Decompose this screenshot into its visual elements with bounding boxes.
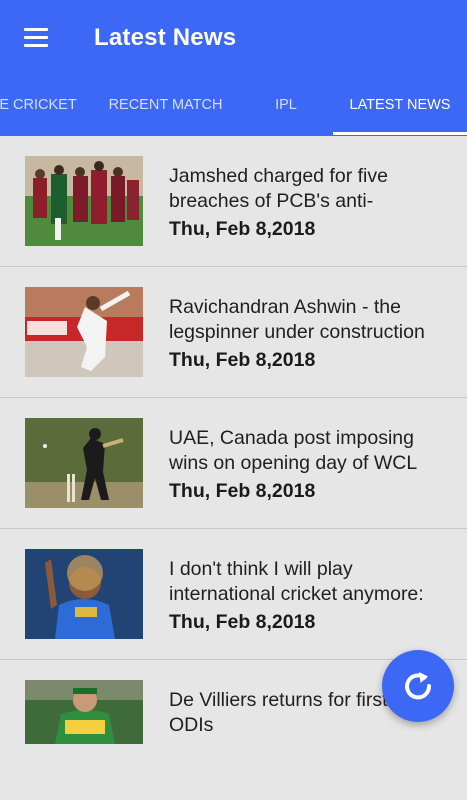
news-thumbnail [25,156,143,246]
news-thumbnail [25,549,143,639]
news-date: Thu, Feb 8,2018 [169,218,316,240]
tab-latest-news[interactable]: LATEST NEWS [333,80,467,136]
active-tab-indicator [333,132,467,135]
news-thumbnail [25,418,143,508]
news-date: Thu, Feb 8,2018 [169,611,316,633]
news-headline: UAE, Canada post imposing wins on openin… [169,427,418,474]
tab-bar: E CRICKET RECENT MATCH IPL LATEST NEWS [0,80,467,136]
news-headline: I don't think I will play international … [169,558,424,605]
tab-recent-match[interactable]: RECENT MATCH [98,80,233,136]
hamburger-menu-icon[interactable] [24,28,50,48]
tab-live-cricket[interactable]: E CRICKET [0,80,82,136]
news-thumbnail [25,287,143,377]
page-title: Latest News [94,24,237,51]
news-item[interactable]: Ravichandran Ashwin - the legspinner und… [0,267,467,398]
app-bar: Latest News E CRICKET RECENT MATCH IPL L… [0,0,467,136]
refresh-button[interactable] [382,650,454,722]
news-thumbnail [25,680,143,744]
news-headline: Jamshed charged for five breaches of PCB… [169,165,388,212]
news-headline: Ravichandran Ashwin - the legspinner und… [169,296,425,343]
tab-ipl[interactable]: IPL [252,80,320,136]
news-item[interactable]: UAE, Canada post imposing wins on openin… [0,398,467,529]
news-date: Thu, Feb 8,2018 [169,480,316,502]
news-item[interactable]: Jamshed charged for five breaches of PCB… [0,136,467,267]
refresh-icon [405,672,432,700]
news-date: Thu, Feb 8,2018 [169,349,316,371]
news-item[interactable]: I don't think I will play international … [0,529,467,660]
